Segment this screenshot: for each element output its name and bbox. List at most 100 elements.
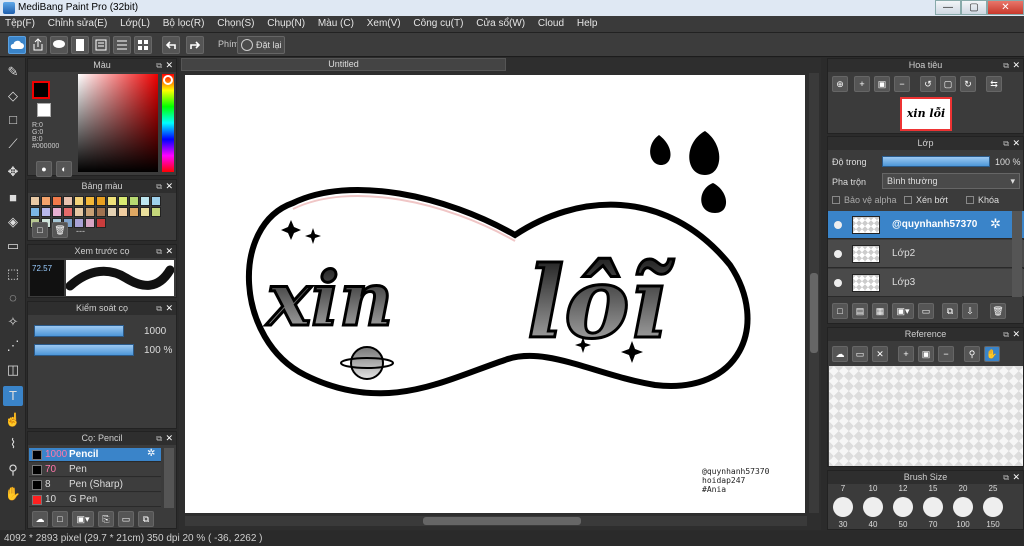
protect-alpha-checkbox[interactable] xyxy=(832,196,840,204)
magic-wand-icon[interactable]: ✧ xyxy=(3,312,23,332)
reference-view[interactable] xyxy=(829,366,1023,466)
menu-file[interactable]: Tệp(F) xyxy=(0,16,40,31)
drawing-canvas[interactable]: xin lôĩ @quynhanh57370 hoidap247 #Ania xyxy=(185,75,805,513)
brush-size-preset[interactable] xyxy=(953,497,973,517)
menu-tools[interactable]: Công cụ(T) xyxy=(408,16,468,31)
share-icon[interactable] xyxy=(29,36,47,54)
fit-icon[interactable]: ▢ xyxy=(940,76,956,92)
undock-icon[interactable]: ⧉ xyxy=(1003,59,1009,72)
menu-view[interactable]: Xem(V) xyxy=(362,16,406,31)
grid-icon[interactable] xyxy=(134,36,152,54)
zoom-actual-icon[interactable]: ▣ xyxy=(874,76,890,92)
palette-swatch[interactable] xyxy=(129,196,139,206)
undock-icon[interactable]: ⧉ xyxy=(156,180,162,193)
palette-swatch[interactable] xyxy=(85,207,95,217)
undock-icon[interactable]: ⧉ xyxy=(1003,471,1009,484)
comment-icon[interactable] xyxy=(50,36,68,54)
select-pen-icon[interactable]: ⋰ xyxy=(3,336,23,356)
palette-swatch[interactable] xyxy=(107,196,117,206)
gear-icon[interactable]: ✲ xyxy=(147,448,155,459)
palette-swatch[interactable] xyxy=(129,207,139,217)
palette-swatch[interactable] xyxy=(52,207,62,217)
gradient-tool-icon[interactable]: ▭ xyxy=(3,236,23,256)
close-icon[interactable]: ✕ xyxy=(165,302,173,315)
redo-icon[interactable] xyxy=(186,36,204,54)
menu-capture[interactable]: Chụp(N) xyxy=(262,16,310,31)
hand-tool-icon[interactable]: ✋ xyxy=(3,484,23,504)
secondary-color-swatch[interactable] xyxy=(37,103,51,117)
undock-icon[interactable]: ⧉ xyxy=(156,245,162,258)
palette-swatch[interactable] xyxy=(30,207,40,217)
brush-size-preset[interactable] xyxy=(893,497,913,517)
brush-item[interactable]: 8 Pen (Sharp) xyxy=(29,478,161,492)
list-icon[interactable] xyxy=(113,36,131,54)
menu-color[interactable]: Màu (C) xyxy=(313,16,359,31)
folder-icon[interactable]: ▭ xyxy=(118,511,134,527)
palette-swatch[interactable] xyxy=(96,207,106,217)
text-tool-icon[interactable]: T xyxy=(3,386,23,406)
lock-checkbox[interactable] xyxy=(966,196,974,204)
fit-icon[interactable]: ▣ xyxy=(918,346,934,362)
close-icon[interactable]: ✕ xyxy=(165,180,173,193)
eyedropper-icon[interactable]: ⚲ xyxy=(3,460,23,480)
merge-layer-icon[interactable]: ⇩ xyxy=(962,303,978,319)
palette-swatch[interactable] xyxy=(151,207,161,217)
zoom-fit-icon[interactable]: ⊕ xyxy=(832,76,848,92)
undock-icon[interactable]: ⧉ xyxy=(156,432,162,445)
zoom-in-icon[interactable]: + xyxy=(854,76,870,92)
new-layer-icon[interactable]: □ xyxy=(832,303,848,319)
palette-swatch[interactable] xyxy=(63,207,73,217)
close-icon[interactable]: ✕ xyxy=(1012,59,1020,72)
new-brush-icon[interactable]: □ xyxy=(52,511,68,527)
reset-button[interactable]: Đặt lại xyxy=(237,36,285,54)
menu-filter[interactable]: Bộ lọc(R) xyxy=(158,16,210,31)
duplicate-layer-icon[interactable]: ⧉ xyxy=(942,303,958,319)
new-layer-1bit-icon[interactable]: ▦ xyxy=(872,303,888,319)
vertical-scroll-thumb[interactable] xyxy=(810,273,818,353)
brush-list-scrollbar[interactable] xyxy=(164,448,174,508)
close-button[interactable]: ✕ xyxy=(987,0,1024,15)
cloud-icon[interactable] xyxy=(8,36,26,54)
bucket-tool-icon[interactable]: ◈ xyxy=(3,212,23,232)
layer-opacity-slider[interactable] xyxy=(882,156,990,167)
color-wheel-icon[interactable]: ◐ xyxy=(56,161,72,177)
close-icon[interactable]: ✕ xyxy=(165,245,173,258)
hue-handle[interactable] xyxy=(163,75,173,85)
add-palette-icon[interactable]: □ xyxy=(32,222,48,238)
flip-icon[interactable]: ⇆ xyxy=(986,76,1002,92)
palette-swatch[interactable] xyxy=(96,196,106,206)
undock-icon[interactable]: ⧉ xyxy=(156,59,162,72)
vertical-scrollbar[interactable] xyxy=(809,73,819,513)
add-layer-menu-icon[interactable]: ▣▾ xyxy=(892,303,914,319)
close-icon[interactable]: ✕ xyxy=(1012,137,1020,150)
menu-select[interactable]: Chọn(S) xyxy=(212,16,259,31)
lasso-icon[interactable]: ◌ xyxy=(3,288,23,308)
dropper-tool-icon[interactable]: ⌇ xyxy=(3,434,23,454)
palette-swatch[interactable] xyxy=(85,196,95,206)
layer-list-scrollbar[interactable] xyxy=(1012,211,1022,297)
layer-row[interactable]: @quynhanh57370 ✲ xyxy=(828,211,1024,239)
clip-checkbox[interactable] xyxy=(904,196,912,204)
palette-swatch[interactable] xyxy=(107,207,117,217)
zoom-in-icon[interactable]: + xyxy=(898,346,914,362)
eye-icon[interactable] xyxy=(834,279,842,287)
brush-menu-icon[interactable]: ▣▾ xyxy=(72,511,94,527)
rectangle-tool-icon[interactable]: □ xyxy=(3,110,23,130)
undo-icon[interactable] xyxy=(162,36,180,54)
eyedropper-icon[interactable]: ⚲ xyxy=(964,346,980,362)
menu-cloud[interactable]: Cloud xyxy=(533,16,569,31)
palette-swatch[interactable] xyxy=(41,196,51,206)
undock-icon[interactable]: ⧉ xyxy=(1003,328,1009,341)
close-reference-icon[interactable]: ✕ xyxy=(872,346,888,362)
undock-icon[interactable]: ⧉ xyxy=(156,302,162,315)
eye-icon[interactable] xyxy=(834,221,842,229)
document-icon[interactable] xyxy=(92,36,110,54)
document-tab[interactable]: Untitled xyxy=(181,58,506,71)
fill-tool-icon[interactable]: ■ xyxy=(3,188,23,208)
brush-opacity-slider[interactable] xyxy=(34,344,134,356)
primary-color-swatch[interactable] xyxy=(32,81,50,99)
move-tool-icon[interactable]: ✥ xyxy=(3,162,23,182)
menu-help[interactable]: Help xyxy=(572,16,603,31)
zoom-out-icon[interactable]: − xyxy=(938,346,954,362)
eraser-tool-icon[interactable]: ◇ xyxy=(3,86,23,106)
